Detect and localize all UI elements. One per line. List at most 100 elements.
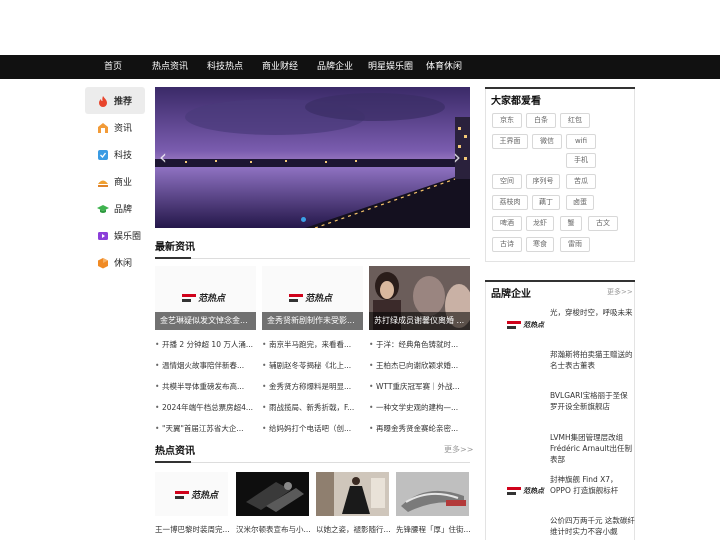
banner-pager-dot[interactable] — [301, 217, 306, 222]
popular-tags-top-border — [485, 87, 635, 89]
sidebar-item-leisure[interactable]: 休闲 — [85, 249, 145, 276]
logo-mark-icon — [507, 487, 521, 495]
list-item[interactable]: 一种文学史观的建构—... — [369, 403, 469, 424]
nav-item-business[interactable]: 商业财经 — [262, 55, 298, 79]
card-caption: 金艺琳疑似发文悼念金... — [155, 312, 256, 330]
brand-item[interactable]: 封神旗舰 Find X7，OPPO 打造旗舰标杆 — [550, 474, 635, 496]
nav-item-tech[interactable]: 科技热点 — [207, 55, 243, 79]
hero-banner[interactable]: ‹ › — [155, 87, 470, 228]
list-item[interactable]: 王柏杰已向谢欣颖求婚... — [369, 361, 469, 382]
news-icon — [97, 122, 109, 134]
entertainment-icon — [97, 230, 109, 242]
banner-next-arrow-icon[interactable]: › — [453, 145, 465, 169]
tag[interactable]: 手机 — [566, 153, 596, 168]
latest-news-underline — [155, 257, 191, 259]
news-list-col-3: 于洋：经典角色铸就时... 王柏杰已向谢欣颖求婚... WTT重庆冠军赛｜外战.… — [369, 340, 469, 445]
sidebar-item-news[interactable]: 资讯 — [85, 114, 145, 141]
tag[interactable]: 蟹 — [560, 216, 582, 231]
logo: 范热点 — [507, 486, 544, 496]
nav-item-entertainment[interactable]: 明星娱乐圈 — [368, 55, 413, 79]
nav-item-brand[interactable]: 品牌企业 — [317, 55, 353, 79]
brands-more-link[interactable]: 更多>> — [607, 287, 633, 297]
latest-card-1[interactable]: 范热点 金艺琳疑似发文悼念金... — [155, 266, 256, 330]
tag[interactable]: 白条 — [526, 113, 556, 128]
nav-item-hot-news[interactable]: 热点资讯 — [152, 55, 188, 79]
list-item[interactable]: 南京半马跑完，来看看... — [262, 340, 362, 361]
card-photo — [316, 472, 389, 516]
sidebar-item-tech[interactable]: 科技 — [85, 141, 145, 168]
list-item[interactable]: 共模半导体重磅发布高... — [155, 382, 255, 403]
sidebar-item-recommend[interactable]: 推荐 — [85, 87, 145, 114]
logo: 范热点 — [175, 488, 218, 501]
brand-item[interactable]: LVMH集团管理层改组 Frédéric Arnault出任制表部 — [550, 432, 635, 465]
tag[interactable]: wifi — [566, 134, 596, 149]
list-item[interactable]: 温情烟火故事陪伴新春... — [155, 361, 255, 382]
logo-mark-icon — [175, 490, 189, 499]
hot-card-4[interactable] — [396, 472, 469, 516]
tag[interactable]: 藕丁 — [532, 195, 560, 210]
brand-icon — [97, 203, 109, 215]
tag[interactable]: 古诗 — [492, 237, 522, 252]
tag[interactable]: 荔枝肉 — [492, 195, 528, 210]
tag[interactable]: 寒食 — [526, 237, 554, 252]
flame-icon — [97, 95, 109, 107]
list-item[interactable]: WTT重庆冠军赛｜外战... — [369, 382, 469, 403]
news-list-col-2: 南京半马跑完，来看看... 辅剧赵冬苓揭秘《北上... 金秀贤方称爆料是明显..… — [262, 340, 362, 445]
tag[interactable]: 雷雨 — [560, 237, 590, 252]
top-navbar: 首页 热点资讯 科技热点 商业财经 品牌企业 明星娱乐圈 体育休闲 — [0, 55, 720, 79]
nav-item-home[interactable]: 首页 — [104, 55, 122, 79]
latest-card-3[interactable]: 苏打绿成员谢馨仪离婚 ... — [369, 266, 470, 330]
tag[interactable]: 古文 — [588, 216, 618, 231]
tag[interactable]: 龙虾 — [526, 216, 554, 231]
banner-prev-arrow-icon[interactable]: ‹ — [159, 145, 171, 169]
tag[interactable]: 空间 — [492, 174, 522, 189]
list-item[interactable]: 开播 2 分钟超 10 万人涌... — [155, 340, 255, 361]
latest-card-2[interactable]: 范热点 金秀贤新剧制作未受影... — [262, 266, 363, 330]
list-item[interactable]: 辅剧赵冬苓揭秘《北上... — [262, 361, 362, 382]
hot-news-underline — [155, 461, 191, 463]
hot-card-2[interactable] — [236, 472, 309, 516]
brands-title: 品牌企业 — [491, 289, 531, 300]
hot-card-caption[interactable]: 王一博巴黎时装周完... — [155, 524, 233, 535]
card-photo — [396, 472, 469, 516]
list-item[interactable]: 金秀贤方称爆料是明显... — [262, 382, 362, 403]
hot-card-3[interactable] — [316, 472, 389, 516]
list-item[interactable]: 于洋：经典角色铸就时... — [369, 340, 469, 361]
logo-mark-icon — [289, 293, 303, 302]
hot-card-caption[interactable]: 汉米尔顿表宣布与小... — [236, 524, 314, 535]
logo: 范热点 — [182, 291, 225, 304]
hot-card-1[interactable]: 范热点 — [155, 472, 228, 516]
card-photo — [236, 472, 309, 516]
list-item[interactable]: 雨战揽局、新秀折戟，F... — [262, 403, 362, 424]
hot-news-more-link[interactable]: 更多>> — [444, 444, 473, 455]
list-item[interactable]: 2024年端午档总票房超4... — [155, 403, 255, 424]
hot-news-divider — [155, 462, 470, 463]
tag[interactable]: 微信 — [532, 134, 562, 149]
brand-item[interactable]: 公价四万两千元 这款碳纤维计时实力不容小觑 — [550, 515, 635, 537]
tag[interactable]: 卤蛋 — [566, 195, 594, 210]
sidebar-item-business[interactable]: 商业 — [85, 168, 145, 195]
tag[interactable]: 京东 — [492, 113, 522, 128]
brand-item[interactable]: BVLGARI宝格丽于圣保罗开设全新旗舰店 — [550, 390, 635, 412]
list-item[interactable]: 给妈妈打个电话吧（创... — [262, 424, 362, 445]
tag[interactable]: 啤酒 — [492, 216, 522, 231]
tag[interactable]: 苦瓜 — [566, 174, 596, 189]
hot-card-caption[interactable]: 先锋腰程「厚」住街... — [396, 524, 474, 535]
sidebar-item-label: 品牌 — [114, 205, 133, 215]
list-item[interactable]: 再曝金秀贤金赛纶亲密... — [369, 424, 469, 445]
logo-mark-icon — [507, 321, 521, 329]
sidebar-item-entertainment[interactable]: 娱乐圈 — [85, 222, 145, 249]
brand-item[interactable]: 光，穿梭时空，呼吸未来 — [550, 307, 635, 318]
brand-item[interactable]: 邦瀚斯将拍卖猫王赠送的名士表古董表 — [550, 349, 635, 371]
news-list-col-1: 开播 2 分钟超 10 万人涌... 温情烟火故事陪伴新春... 共模半导体重磅… — [155, 340, 255, 445]
brands-top-border — [485, 280, 635, 282]
tag[interactable]: 红包 — [560, 113, 590, 128]
logo: 范热点 — [289, 291, 332, 304]
tech-icon — [97, 149, 109, 161]
tag[interactable]: 序列号 — [526, 174, 560, 189]
nav-item-sports[interactable]: 体育休闲 — [426, 55, 462, 79]
tag[interactable]: 王界面 — [492, 134, 528, 149]
latest-news-title: 最新资讯 — [155, 242, 195, 253]
hot-card-caption[interactable]: 以她之姿，褪影随行... — [316, 524, 394, 535]
sidebar-item-brand[interactable]: 品牌 — [85, 195, 145, 222]
